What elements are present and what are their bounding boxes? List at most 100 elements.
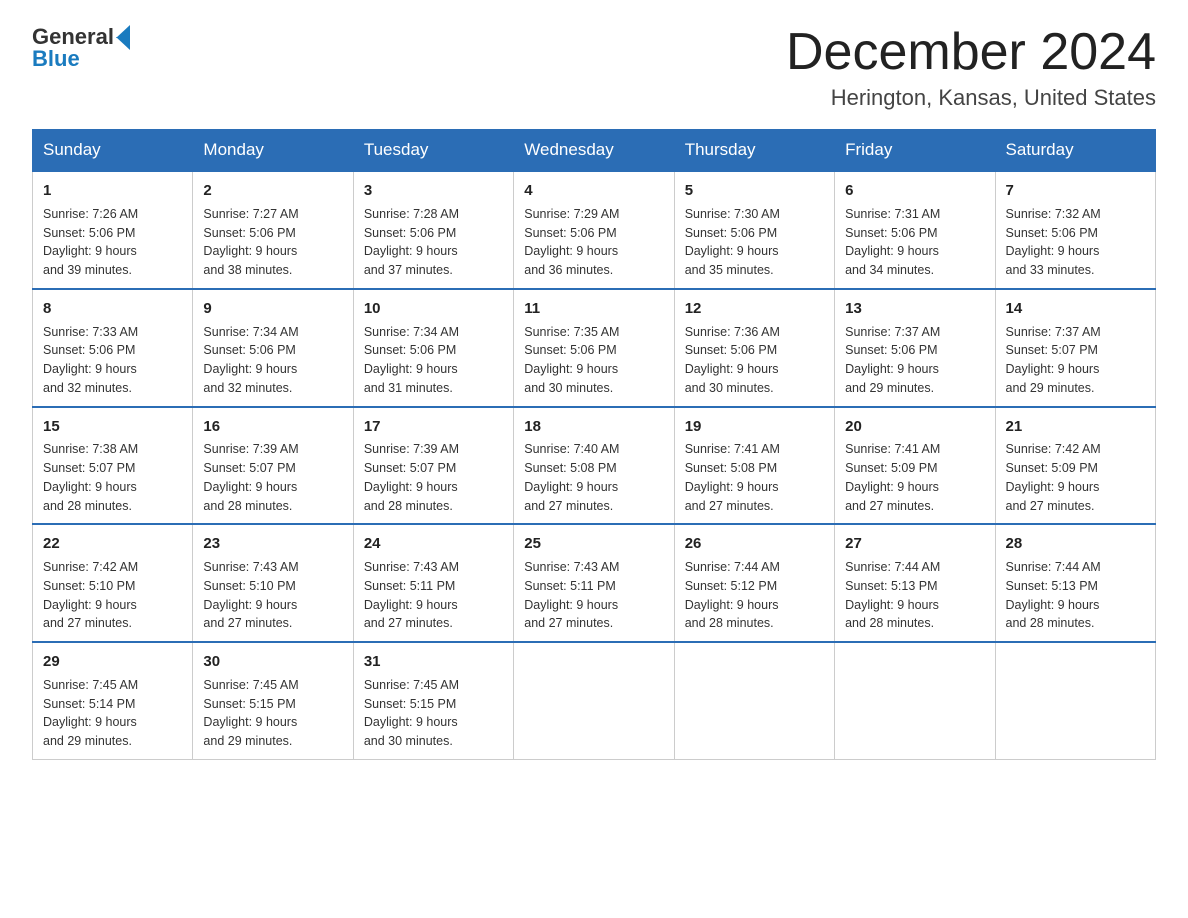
calendar-subtitle: Herington, Kansas, United States — [786, 85, 1156, 111]
day-cell-4: 4 Sunrise: 7:29 AMSunset: 5:06 PMDaylight… — [514, 171, 674, 289]
day-info-3: Sunrise: 7:28 AMSunset: 5:06 PMDaylight:… — [364, 205, 503, 280]
day-number-12: 12 — [685, 298, 824, 320]
day-info-1: Sunrise: 7:26 AMSunset: 5:06 PMDaylight:… — [43, 205, 182, 280]
logo-flag-icon — [116, 25, 130, 50]
day-cell-15: 15Sunrise: 7:38 AMSunset: 5:07 PMDayligh… — [33, 407, 193, 525]
day-info-20: Sunrise: 7:41 AMSunset: 5:09 PMDaylight:… — [845, 440, 984, 515]
empty-cell — [995, 642, 1155, 759]
day-cell-28: 28Sunrise: 7:44 AMSunset: 5:13 PMDayligh… — [995, 524, 1155, 642]
day-number-26: 26 — [685, 533, 824, 555]
day-info-26: Sunrise: 7:44 AMSunset: 5:12 PMDaylight:… — [685, 558, 824, 633]
day-cell-18: 18Sunrise: 7:40 AMSunset: 5:08 PMDayligh… — [514, 407, 674, 525]
day-cell-19: 19Sunrise: 7:41 AMSunset: 5:08 PMDayligh… — [674, 407, 834, 525]
week-row-2: 8 Sunrise: 7:33 AMSunset: 5:06 PMDaylight… — [33, 289, 1156, 407]
day-cell-22: 22 Sunrise: 7:42 AMSunset: 5:10 PMDayligh… — [33, 524, 193, 642]
day-cell-8: 8 Sunrise: 7:33 AMSunset: 5:06 PMDaylight… — [33, 289, 193, 407]
day-number-22: 22 — [43, 533, 182, 555]
day-number-8: 8 — [43, 298, 182, 320]
day-info-28: Sunrise: 7:44 AMSunset: 5:13 PMDaylight:… — [1006, 558, 1145, 633]
day-number-27: 27 — [845, 533, 984, 555]
day-info-2: Sunrise: 7:27 AMSunset: 5:06 PMDaylight:… — [203, 205, 342, 280]
day-info-23: Sunrise: 7:43 AMSunset: 5:10 PMDaylight:… — [203, 558, 342, 633]
day-number-29: 29 — [43, 651, 182, 673]
day-info-6: Sunrise: 7:31 AMSunset: 5:06 PMDaylight:… — [845, 205, 984, 280]
day-number-23: 23 — [203, 533, 342, 555]
day-info-17: Sunrise: 7:39 AMSunset: 5:07 PMDaylight:… — [364, 440, 503, 515]
day-info-22: Sunrise: 7:42 AMSunset: 5:10 PMDaylight:… — [43, 558, 182, 633]
day-info-10: Sunrise: 7:34 AMSunset: 5:06 PMDaylight:… — [364, 323, 503, 398]
day-cell-7: 7 Sunrise: 7:32 AMSunset: 5:06 PMDaylight… — [995, 171, 1155, 289]
day-number-6: 6 — [845, 180, 984, 202]
day-cell-9: 9Sunrise: 7:34 AMSunset: 5:06 PMDaylight… — [193, 289, 353, 407]
day-cell-13: 13Sunrise: 7:37 AMSunset: 5:06 PMDayligh… — [835, 289, 995, 407]
day-number-15: 15 — [43, 416, 182, 438]
day-number-24: 24 — [364, 533, 503, 555]
day-number-20: 20 — [845, 416, 984, 438]
weekday-header-wednesday: Wednesday — [514, 130, 674, 172]
day-info-24: Sunrise: 7:43 AMSunset: 5:11 PMDaylight:… — [364, 558, 503, 633]
day-cell-12: 12 Sunrise: 7:36 AMSunset: 5:06 PMDayligh… — [674, 289, 834, 407]
day-info-4: Sunrise: 7:29 AMSunset: 5:06 PMDaylight:… — [524, 205, 663, 280]
day-info-30: Sunrise: 7:45 AMSunset: 5:15 PMDaylight:… — [203, 676, 342, 751]
empty-cell — [674, 642, 834, 759]
day-cell-2: 2 Sunrise: 7:27 AMSunset: 5:06 PMDaylight… — [193, 171, 353, 289]
day-number-9: 9 — [203, 298, 342, 320]
empty-cell — [835, 642, 995, 759]
day-cell-5: 5 Sunrise: 7:30 AMSunset: 5:06 PMDaylight… — [674, 171, 834, 289]
day-number-19: 19 — [685, 416, 824, 438]
week-row-1: 1Sunrise: 7:26 AMSunset: 5:06 PMDaylight… — [33, 171, 1156, 289]
day-number-17: 17 — [364, 416, 503, 438]
day-info-12: Sunrise: 7:36 AMSunset: 5:06 PMDaylight:… — [685, 323, 824, 398]
day-cell-6: 6 Sunrise: 7:31 AMSunset: 5:06 PMDaylight… — [835, 171, 995, 289]
day-number-4: 4 — [524, 180, 663, 202]
day-number-5: 5 — [685, 180, 824, 202]
day-info-11: Sunrise: 7:35 AMSunset: 5:06 PMDaylight:… — [524, 323, 663, 398]
day-info-14: Sunrise: 7:37 AMSunset: 5:07 PMDaylight:… — [1006, 323, 1145, 398]
day-info-18: Sunrise: 7:40 AMSunset: 5:08 PMDaylight:… — [524, 440, 663, 515]
weekday-header-saturday: Saturday — [995, 130, 1155, 172]
day-cell-10: 10 Sunrise: 7:34 AMSunset: 5:06 PMDayligh… — [353, 289, 513, 407]
week-row-3: 15Sunrise: 7:38 AMSunset: 5:07 PMDayligh… — [33, 407, 1156, 525]
day-info-19: Sunrise: 7:41 AMSunset: 5:08 PMDaylight:… — [685, 440, 824, 515]
day-info-8: Sunrise: 7:33 AMSunset: 5:06 PMDaylight:… — [43, 323, 182, 398]
day-info-27: Sunrise: 7:44 AMSunset: 5:13 PMDaylight:… — [845, 558, 984, 633]
day-number-18: 18 — [524, 416, 663, 438]
day-cell-26: 26 Sunrise: 7:44 AMSunset: 5:12 PMDayligh… — [674, 524, 834, 642]
day-cell-14: 14 Sunrise: 7:37 AMSunset: 5:07 PMDayligh… — [995, 289, 1155, 407]
day-info-16: Sunrise: 7:39 AMSunset: 5:07 PMDaylight:… — [203, 440, 342, 515]
day-cell-17: 17Sunrise: 7:39 AMSunset: 5:07 PMDayligh… — [353, 407, 513, 525]
day-number-10: 10 — [364, 298, 503, 320]
day-info-29: Sunrise: 7:45 AMSunset: 5:14 PMDaylight:… — [43, 676, 182, 751]
calendar-table: SundayMondayTuesdayWednesdayThursdayFrid… — [32, 129, 1156, 760]
day-info-25: Sunrise: 7:43 AMSunset: 5:11 PMDaylight:… — [524, 558, 663, 633]
day-number-21: 21 — [1006, 416, 1145, 438]
day-info-31: Sunrise: 7:45 AMSunset: 5:15 PMDaylight:… — [364, 676, 503, 751]
day-number-25: 25 — [524, 533, 663, 555]
day-cell-30: 30Sunrise: 7:45 AMSunset: 5:15 PMDayligh… — [193, 642, 353, 759]
weekday-header-tuesday: Tuesday — [353, 130, 513, 172]
day-cell-21: 21Sunrise: 7:42 AMSunset: 5:09 PMDayligh… — [995, 407, 1155, 525]
day-info-21: Sunrise: 7:42 AMSunset: 5:09 PMDaylight:… — [1006, 440, 1145, 515]
empty-cell — [514, 642, 674, 759]
day-number-7: 7 — [1006, 180, 1145, 202]
day-number-13: 13 — [845, 298, 984, 320]
day-cell-31: 31 Sunrise: 7:45 AMSunset: 5:15 PMDayligh… — [353, 642, 513, 759]
day-info-15: Sunrise: 7:38 AMSunset: 5:07 PMDaylight:… — [43, 440, 182, 515]
day-cell-23: 23 Sunrise: 7:43 AMSunset: 5:10 PMDayligh… — [193, 524, 353, 642]
day-cell-1: 1Sunrise: 7:26 AMSunset: 5:06 PMDaylight… — [33, 171, 193, 289]
day-cell-29: 29 Sunrise: 7:45 AMSunset: 5:14 PMDayligh… — [33, 642, 193, 759]
calendar-title: December 2024 — [786, 24, 1156, 81]
day-info-5: Sunrise: 7:30 AMSunset: 5:06 PMDaylight:… — [685, 205, 824, 280]
day-cell-3: 3 Sunrise: 7:28 AMSunset: 5:06 PMDaylight… — [353, 171, 513, 289]
weekday-header-monday: Monday — [193, 130, 353, 172]
day-number-14: 14 — [1006, 298, 1145, 320]
logo-text-blue: Blue — [32, 46, 80, 72]
day-info-7: Sunrise: 7:32 AMSunset: 5:06 PMDaylight:… — [1006, 205, 1145, 280]
page-header: General Blue December 2024 Herington, Ka… — [32, 24, 1156, 111]
day-number-3: 3 — [364, 180, 503, 202]
weekday-header-thursday: Thursday — [674, 130, 834, 172]
day-number-16: 16 — [203, 416, 342, 438]
day-number-2: 2 — [203, 180, 342, 202]
title-section: December 2024 Herington, Kansas, United … — [786, 24, 1156, 111]
day-number-31: 31 — [364, 651, 503, 673]
